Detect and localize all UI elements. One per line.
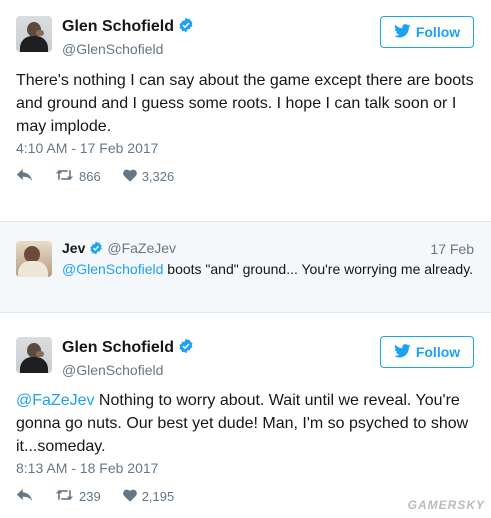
author-display-name[interactable]: Glen Schofield [62, 339, 174, 356]
retweet-button[interactable]: 866 [55, 168, 101, 185]
reply-author-block: Jev @FaZeJev [62, 240, 176, 258]
reply-author-handle[interactable]: @FaZeJev [107, 240, 176, 256]
follow-button-label: Follow [415, 24, 461, 40]
reply-body: boots "and" ground... You're worrying me… [163, 261, 474, 277]
reply-mention-link[interactable]: @GlenSchofield [62, 261, 163, 277]
author-handle[interactable]: @GlenSchofield [62, 362, 194, 378]
retweet-count: 239 [79, 489, 101, 504]
reply-button[interactable] [16, 168, 33, 185]
watermark-logo: GAMERSKY [407, 498, 485, 512]
mention-link[interactable]: @FaZeJev [16, 392, 94, 409]
reply-author-display-name[interactable]: Jev [62, 240, 85, 256]
heart-icon [122, 169, 137, 185]
tweet-timestamp[interactable]: 8:13 AM - 18 Feb 2017 [16, 460, 158, 476]
author-display-name[interactable]: Glen Schofield [62, 18, 174, 35]
verified-badge-icon [178, 338, 194, 359]
reply-button[interactable] [16, 488, 33, 505]
retweet-icon [55, 168, 74, 185]
reply-icon [16, 168, 33, 185]
author-handle[interactable]: @GlenSchofield [62, 41, 194, 57]
retweet-button[interactable]: 239 [55, 488, 101, 505]
retweet-icon [55, 488, 74, 505]
verified-badge-icon [89, 241, 103, 258]
tweet-timestamp[interactable]: 4:10 AM - 17 Feb 2017 [16, 140, 158, 156]
follow-button-label: Follow [415, 344, 461, 360]
author-block: Glen Schofield @GlenSchofield [62, 17, 194, 57]
follow-button[interactable]: Follow [380, 16, 474, 48]
like-button[interactable]: 3,326 [122, 169, 175, 185]
tweet-text: There's nothing I can say about the game… [16, 72, 474, 135]
follow-button[interactable]: Follow [380, 336, 474, 368]
like-count: 2,195 [141, 489, 175, 504]
reply-text: @GlenSchofield boots "and" ground... You… [62, 259, 474, 279]
author-block: Glen Schofield @GlenSchofield [62, 338, 194, 378]
tweet-text: @FaZeJev Nothing to worry about. Wait un… [16, 389, 478, 458]
twitter-bird-icon [393, 343, 411, 361]
retweet-count: 866 [79, 169, 101, 184]
avatar-jev[interactable] [16, 241, 52, 277]
heart-icon [122, 489, 137, 505]
like-button[interactable]: 2,195 [122, 489, 175, 505]
tweet-response: Glen Schofield @GlenSchofield Follow @Fa… [0, 320, 491, 518]
avatar-glen[interactable] [16, 337, 52, 373]
verified-badge-icon [178, 17, 194, 38]
tweet-original: Glen Schofield @GlenSchofield Follow The… [0, 0, 491, 216]
like-count: 3,326 [141, 169, 175, 184]
avatar-glen[interactable] [16, 16, 52, 52]
twitter-bird-icon [393, 23, 411, 41]
reply-date[interactable]: 17 Feb [430, 241, 474, 257]
tweet-actions: 866 3,326 [16, 168, 196, 185]
tweet-actions: 239 2,195 [16, 488, 196, 505]
reply-icon [16, 488, 33, 505]
